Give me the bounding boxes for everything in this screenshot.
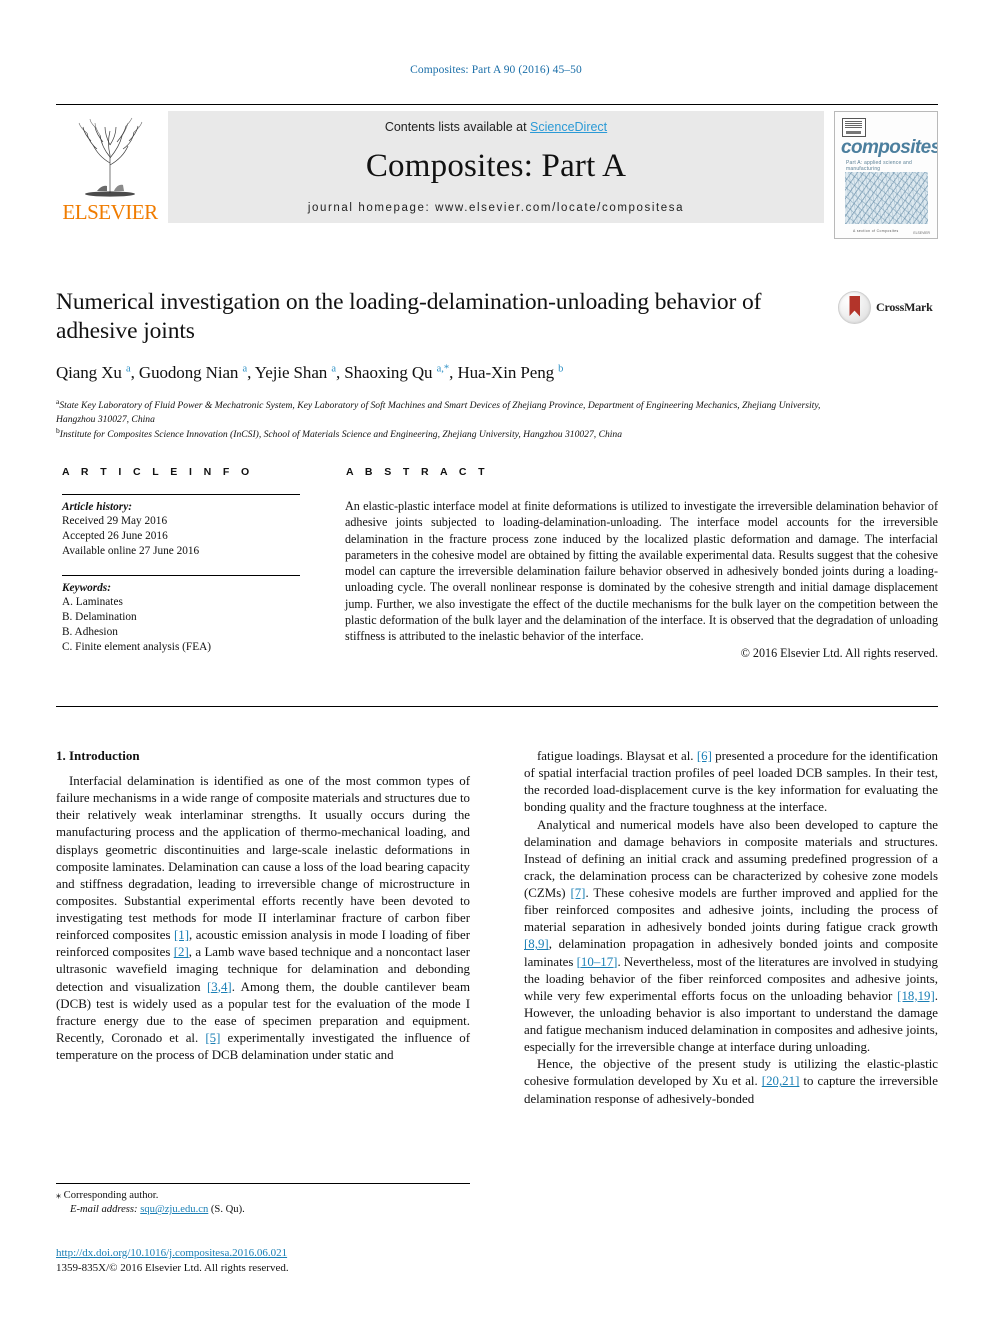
- crossmark-badge[interactable]: CrossMark: [838, 290, 942, 324]
- introduction-heading: 1. Introduction: [56, 748, 140, 763]
- article-history-accepted: Accepted 26 June 2016: [62, 530, 168, 543]
- elsevier-tree-icon: [78, 117, 143, 197]
- left-paragraphs: Interfacial delamination is identified a…: [56, 773, 470, 1064]
- article-page: Composites: Part A 90 (2016) 45–50 ELSEV…: [0, 0, 992, 1323]
- citation-link[interactable]: [2]: [174, 945, 189, 959]
- running-head: Composites: Part A 90 (2016) 45–50: [410, 64, 582, 76]
- citation-link[interactable]: [6]: [697, 749, 712, 763]
- footer-doi-block: http://dx.doi.org/10.1016/j.compositesa.…: [56, 1246, 516, 1276]
- abstract-heading: A B S T R A C T: [346, 466, 489, 478]
- author-list: Qiang Xu a, Guodong Nian a, Yejie Shan a…: [56, 363, 836, 383]
- body-columns: 1. Introduction Interfacial delamination…: [56, 748, 938, 1108]
- corresponding-author-line: ⁎ Corresponding author.: [56, 1189, 470, 1203]
- journal-homepage[interactable]: journal homepage: www.elsevier.com/locat…: [308, 202, 684, 214]
- email-link[interactable]: squ@zju.edu.cn: [140, 1204, 208, 1215]
- crossmark-label: CrossMark: [876, 299, 933, 314]
- contents-prefix: Contents lists available at: [384, 120, 531, 134]
- crossmark-ribbon-icon: [849, 295, 860, 317]
- keyword-item: C. Finite element analysis (FEA): [62, 641, 212, 654]
- affiliation-list: aState Key Laboratory of Fluid Power & M…: [56, 397, 856, 442]
- affiliation-text: Institute for Composites Science Innovat…: [59, 429, 623, 441]
- body-paragraph: Analytical and numerical models have als…: [524, 817, 939, 1055]
- affiliation-line: bInstitute for Composites Science Innova…: [56, 426, 856, 442]
- right-paragraphs: fatigue loadings. Blaysat et al. [6] pre…: [524, 748, 938, 1108]
- asterisk-icon: ⁎: [56, 1190, 61, 1201]
- cover-publisher-mark-icon: [842, 118, 866, 137]
- citation-link[interactable]: [20,21]: [762, 1074, 800, 1088]
- citation-link[interactable]: [3,4]: [207, 980, 232, 994]
- citation-link[interactable]: [5]: [205, 1031, 220, 1045]
- citation-link[interactable]: [10–17]: [577, 955, 618, 969]
- elsevier-wordmark: ELSEVIER: [62, 200, 158, 224]
- citation-link[interactable]: [18,19]: [897, 989, 935, 1003]
- author-name: Yejie Shan: [254, 362, 332, 382]
- email-label: E-mail address:: [70, 1204, 138, 1216]
- corresponding-author-text: Corresponding author.: [63, 1190, 159, 1201]
- author-separator: ,: [247, 362, 255, 382]
- author-name: Shaoxing Qu: [344, 362, 437, 382]
- crossmark-icon: [838, 290, 871, 324]
- article-info-heading: A R T I C L E I N F O: [62, 466, 254, 478]
- author-separator: ,: [130, 362, 139, 382]
- abstract-copyright: © 2016 Elsevier Ltd. All rights reserved…: [740, 646, 938, 661]
- affiliation-line: aState Key Laboratory of Fluid Power & M…: [56, 397, 856, 426]
- author-affiliation-mark: a,*: [436, 363, 450, 375]
- page-title: Numerical investigation on the loading-d…: [56, 289, 762, 344]
- journal-title: Composites: Part A: [365, 148, 627, 184]
- keyword-item: B. Delamination: [62, 611, 137, 624]
- contents-available-line: Contents lists available at ScienceDirec…: [385, 120, 607, 134]
- citation-link[interactable]: [7]: [570, 886, 585, 900]
- author-affiliation-mark: b: [558, 363, 564, 375]
- abstract-column: An elastic-plastic interface model at fi…: [345, 498, 938, 661]
- article-history-title: Article history:: [62, 501, 132, 513]
- keyword-item: A. Laminates: [62, 596, 123, 609]
- body-left-column: 1. Introduction Interfacial delamination…: [56, 748, 470, 1108]
- author-name: Guodong Nian: [138, 362, 243, 382]
- journal-header-band: Contents lists available at ScienceDirec…: [168, 111, 824, 223]
- body-right-column: fatigue loadings. Blaysat et al. [6] pre…: [524, 748, 938, 1108]
- keywords-group: Keywords: A. Laminates B. Delamination B…: [62, 575, 300, 655]
- article-history-online: Available online 27 June 2016: [62, 545, 200, 558]
- email-line: E-mail address: squ@zju.edu.cn (S. Qu).: [56, 1203, 470, 1217]
- journal-cover-thumbnail[interactable]: composites Part A: applied science and m…: [834, 111, 938, 239]
- author-name: Qiang Xu: [56, 362, 126, 382]
- cover-footer-right: ELSEVIER: [913, 231, 930, 235]
- sciencedirect-link[interactable]: ScienceDirect: [530, 120, 607, 134]
- doi-link[interactable]: http://dx.doi.org/10.1016/j.compositesa.…: [56, 1246, 516, 1261]
- abstract-text: An elastic-plastic interface model at fi…: [345, 499, 938, 644]
- keywords-title: Keywords:: [62, 582, 111, 595]
- title-block: Numerical investigation on the loading-d…: [56, 288, 836, 442]
- issn-copyright-line: 1359-835X/© 2016 Elsevier Ltd. All right…: [56, 1261, 289, 1274]
- body-paragraph: Interfacial delamination is identified a…: [56, 774, 471, 1062]
- affiliation-text: State Key Laboratory of Fluid Power & Me…: [56, 399, 821, 425]
- article-history-group: Article history: Received 29 May 2016 Ac…: [62, 494, 300, 559]
- article-history-received: Received 29 May 2016: [62, 515, 168, 527]
- cover-artwork: [845, 172, 928, 224]
- journal-header: ELSEVIER Contents lists available at Sci…: [56, 104, 938, 239]
- body-paragraph: Hence, the objective of the present stud…: [524, 1057, 938, 1106]
- corresponding-author-footnote: ⁎ Corresponding author. E-mail address: …: [56, 1183, 470, 1218]
- cover-title: composites: [841, 137, 938, 158]
- cover-footer-left: A section of Composites: [853, 229, 899, 233]
- section-divider: [56, 706, 938, 707]
- body-paragraph: fatigue loadings. Blaysat et al. [6] pre…: [524, 749, 938, 815]
- cover-subtitle: Part A: applied science and manufacturin…: [846, 160, 912, 172]
- keyword-item: B. Adhesion: [62, 626, 118, 639]
- citation-link[interactable]: [1]: [174, 928, 189, 942]
- email-owner: (S. Qu).: [210, 1204, 245, 1216]
- author-name: Hua-Xin Peng: [457, 362, 559, 382]
- citation-link[interactable]: [8,9]: [524, 937, 549, 951]
- elsevier-logo: ELSEVIER: [56, 111, 164, 223]
- article-info-column: Article history: Received 29 May 2016 Ac…: [62, 494, 300, 655]
